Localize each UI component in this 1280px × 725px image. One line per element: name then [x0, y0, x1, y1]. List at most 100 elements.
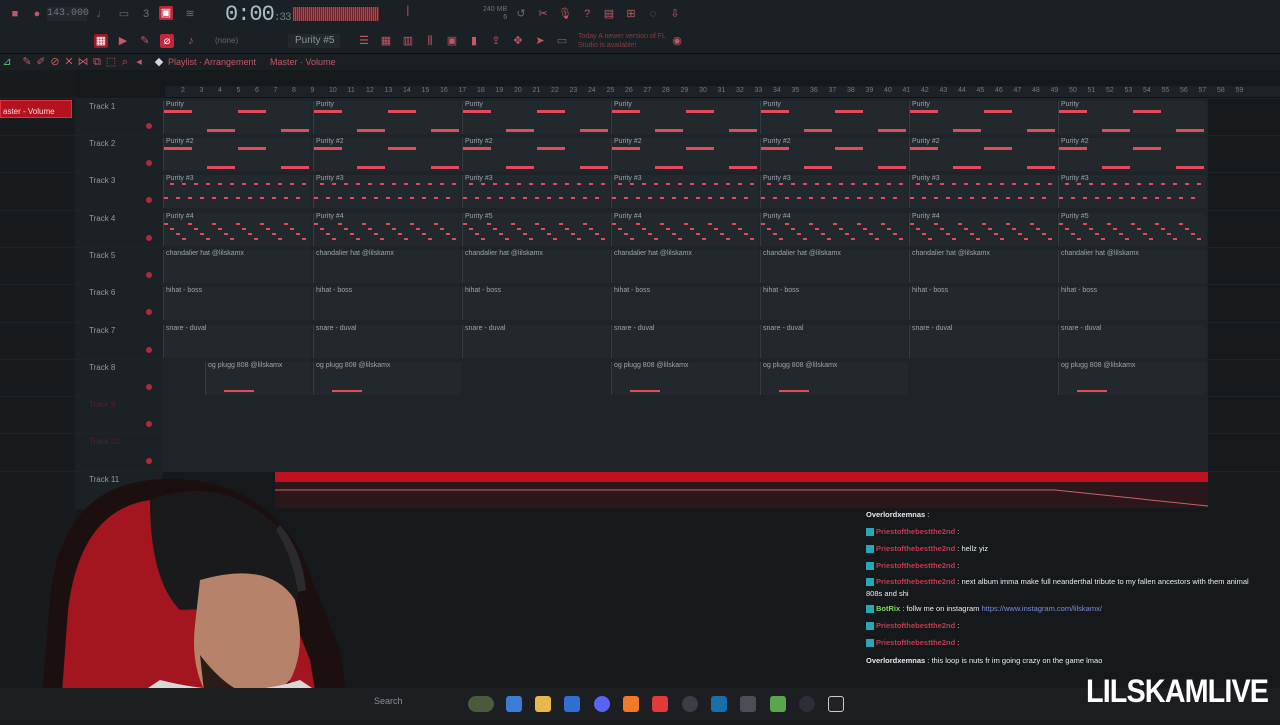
- pattern-mode-icon[interactable]: ▦: [94, 34, 108, 48]
- pencil-tool-icon[interactable]: ✎: [20, 55, 34, 69]
- cut-icon[interactable]: ✂: [536, 7, 550, 21]
- track-lane[interactable]: Purity #3 Purity #3 Purity #3 Purity #3 Puri…: [163, 173, 1208, 210]
- chat-username[interactable]: Priestofthebestthe2nd: [876, 621, 955, 630]
- timeline-ruler[interactable]: 2 3 4 5 6 7 8 9 10 11 12 13 14 15 16 17 18 19 20 21 22 23 24 25…: [165, 86, 1280, 98]
- stop-icon[interactable]: ■: [8, 7, 22, 21]
- mute-tool-icon[interactable]: ✕: [62, 55, 76, 69]
- track-mute-led[interactable]: [146, 309, 152, 315]
- script-icon[interactable]: ➤: [533, 34, 547, 48]
- track-mute-led[interactable]: [146, 384, 152, 390]
- stamp-icon[interactable]: ♪: [184, 34, 198, 48]
- track-lane[interactable]: Purity #2 Purity #2 Purity #2 Purity #2 Puri…: [163, 136, 1208, 173]
- taskbar-search[interactable]: Search: [374, 696, 403, 706]
- browser-icon[interactable]: ▣: [445, 34, 459, 48]
- update-notice[interactable]: Today A newer version of FL Studio is av…: [578, 32, 668, 50]
- save-icon[interactable]: ▤: [602, 7, 616, 21]
- paint-tool-icon[interactable]: ✐: [34, 55, 48, 69]
- playlist-icon[interactable]: ☰: [357, 34, 371, 48]
- track-lane[interactable]: snare - duval snare - duval snare - duval s…: [163, 323, 1208, 360]
- pattern-clip[interactable]: Purity #2: [611, 138, 759, 171]
- pattern-clip[interactable]: Purity #3: [1058, 175, 1206, 208]
- minecraft-icon[interactable]: [770, 696, 786, 712]
- pattern-clip[interactable]: Purity #3: [163, 175, 311, 208]
- chat-username[interactable]: Priestofthebestthe2nd: [876, 638, 955, 647]
- pattern-clip[interactable]: Purity #2: [1058, 138, 1206, 171]
- pattern-clip[interactable]: Purity #4: [760, 213, 908, 246]
- pattern-clip[interactable]: chandalier hat @lilskamx: [462, 250, 610, 283]
- pattern-clip[interactable]: og plugg 808 @lilskamx: [760, 362, 908, 395]
- pattern-clip[interactable]: Purity: [909, 101, 1057, 134]
- track-lane[interactable]: hihat - boss hihat - boss hihat - boss hiha…: [163, 285, 1208, 322]
- pattern-clip[interactable]: hihat - boss: [163, 287, 311, 320]
- record-icon[interactable]: ●: [30, 7, 44, 21]
- mic-icon[interactable]: 🎙: [558, 7, 572, 21]
- pattern-clip[interactable]: hihat - boss: [611, 287, 759, 320]
- track-mute-led[interactable]: [146, 160, 152, 166]
- pattern-clip[interactable]: snare - duval: [611, 325, 759, 358]
- pattern-clip[interactable]: og plugg 808 @lilskamx: [1058, 362, 1206, 395]
- obs-icon[interactable]: [682, 696, 698, 712]
- plugin-picker-icon[interactable]: ▮: [467, 34, 481, 48]
- pattern-clip[interactable]: Purity #2: [760, 138, 908, 171]
- settings-icon[interactable]: ▭: [555, 34, 569, 48]
- pattern-clip[interactable]: chandalier hat @lilskamx: [760, 250, 908, 283]
- slice-icon[interactable]: ⌀: [160, 34, 174, 48]
- piano-roll-icon[interactable]: ▦: [379, 34, 393, 48]
- arrow-icon[interactable]: ◆: [152, 55, 166, 69]
- search-highlight-icon[interactable]: [468, 696, 494, 712]
- mixer-icon[interactable]: ⫼: [423, 34, 437, 48]
- delete-tool-icon[interactable]: ⊘: [48, 55, 62, 69]
- pitch-knob-icon[interactable]: ▏: [404, 4, 418, 18]
- pattern-clip[interactable]: hihat - boss: [909, 287, 1057, 320]
- track-header[interactable]: Track 5: [75, 248, 163, 285]
- chat-link[interactable]: https://www.instagram.com/lilskamx/: [981, 604, 1101, 613]
- pattern-clip[interactable]: hihat - boss: [760, 287, 908, 320]
- pattern-clip[interactable]: chandalier hat @lilskamx: [909, 250, 1057, 283]
- automation-clip[interactable]: [275, 482, 1209, 508]
- pattern-clip[interactable]: Purity #3: [760, 175, 908, 208]
- pattern-clip[interactable]: Purity #5: [1058, 213, 1206, 246]
- track-header[interactable]: Track 9: [75, 397, 163, 434]
- track-header[interactable]: Track 3: [75, 173, 163, 210]
- slip-tool-icon[interactable]: ⋈: [76, 55, 90, 69]
- tempo-display[interactable]: 143.000: [47, 7, 89, 21]
- automation-clip-header[interactable]: [275, 472, 1208, 482]
- pattern-clip[interactable]: snare - duval: [760, 325, 908, 358]
- pattern-clip[interactable]: Purity #3: [313, 175, 461, 208]
- pattern-clip[interactable]: og plugg 808 @lilskamx: [205, 362, 311, 395]
- chat-username[interactable]: Priestofthebestthe2nd: [876, 544, 955, 553]
- pattern-clip[interactable]: Purity: [462, 101, 610, 134]
- pattern-clip[interactable]: chandalier hat @lilskamx: [313, 250, 461, 283]
- pattern-clip[interactable]: Purity: [163, 101, 311, 134]
- playback-tool-icon[interactable]: ◂: [132, 55, 146, 69]
- pattern-clip[interactable]: hihat - boss: [462, 287, 610, 320]
- pattern-clip[interactable]: Purity: [611, 101, 759, 134]
- pattern-clip[interactable]: Purity #5: [462, 213, 610, 246]
- pattern-clip[interactable]: Purity #2: [313, 138, 461, 171]
- pattern-clip[interactable]: Purity #2: [462, 138, 610, 171]
- step-edit-icon[interactable]: ≋: [183, 7, 197, 21]
- breadcrumb-playlist[interactable]: Playlist · Arrangement: [168, 57, 256, 67]
- wait-icon[interactable]: ▭: [117, 7, 131, 21]
- track-mute-led[interactable]: [146, 197, 152, 203]
- pattern-clip[interactable]: Purity #2: [163, 138, 311, 171]
- pattern-clip[interactable]: snare - duval: [909, 325, 1057, 358]
- draw-icon[interactable]: ✎: [138, 34, 152, 48]
- store-icon[interactable]: [564, 696, 580, 712]
- pattern-clip[interactable]: Purity #4: [611, 213, 759, 246]
- chat-username[interactable]: Priestofthebestthe2nd: [876, 561, 955, 570]
- pattern-clip[interactable]: chandalier hat @lilskamx: [163, 250, 311, 283]
- chat-icon[interactable]: ◌: [646, 7, 660, 21]
- snap-icon[interactable]: ⊿: [0, 55, 14, 69]
- fl-studio-icon[interactable]: [623, 696, 639, 712]
- steam-icon[interactable]: [711, 696, 727, 712]
- chat-username[interactable]: Overlordxemnas: [866, 510, 925, 519]
- pattern-clip[interactable]: Purity #3: [611, 175, 759, 208]
- pattern-clip[interactable]: snare - duval: [462, 325, 610, 358]
- track-lane[interactable]: [163, 397, 1208, 434]
- track-mute-led[interactable]: [146, 421, 152, 427]
- video-downloader-icon[interactable]: [799, 696, 815, 712]
- file-explorer-icon[interactable]: [535, 696, 551, 712]
- track-mute-led[interactable]: [146, 123, 152, 129]
- play-icon[interactable]: ▶: [116, 34, 130, 48]
